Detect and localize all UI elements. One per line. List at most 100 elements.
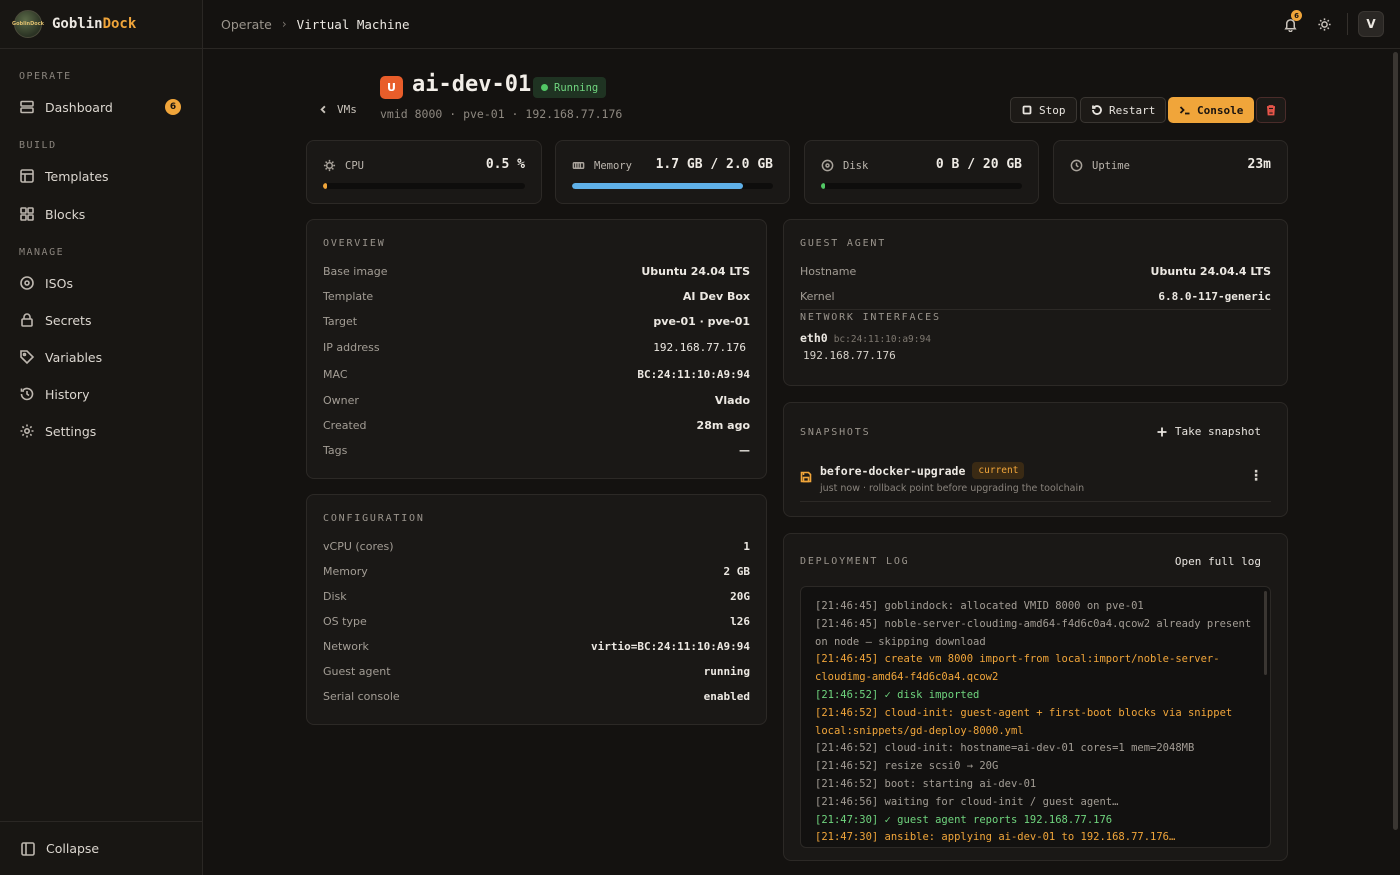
restart-button[interactable]: Restart xyxy=(1080,97,1167,123)
sidebar-item-templates[interactable]: Templates xyxy=(10,161,193,191)
disk-metric-card: Disk 0 B / 20 GB xyxy=(804,140,1039,204)
collapse-sidebar-button[interactable]: Collapse xyxy=(0,821,203,875)
restart-icon xyxy=(1092,105,1102,115)
status-badge: Running xyxy=(533,77,607,98)
disk-label: Disk xyxy=(843,159,869,172)
stop-button[interactable]: Stop xyxy=(1010,97,1077,123)
row-key: Guest agent xyxy=(323,665,391,678)
row-value: — xyxy=(739,444,750,457)
row-key: OS type xyxy=(323,615,367,628)
sidebar-item-label: Variables xyxy=(45,349,103,365)
overview-title: OVERVIEW xyxy=(323,238,386,249)
row-key: Hostname xyxy=(800,265,857,278)
guest-agent-title: GUEST AGENT xyxy=(800,238,887,249)
sidebar-item-blocks[interactable]: Blocks xyxy=(10,199,193,229)
row-value: virtio=BC:24:11:10:A9:94 xyxy=(591,640,750,653)
cpu-icon xyxy=(323,159,336,172)
log-line: [21:46:45] create vm 8000 import-from lo… xyxy=(815,653,1220,684)
overview-card: OVERVIEW Base image Ubuntu 24.04 LTS Temp… xyxy=(306,219,767,479)
log-line: [21:46:45] goblindock: allocated VMID 80… xyxy=(815,600,1144,612)
theme-toggle-button[interactable] xyxy=(1311,11,1337,37)
log-output[interactable]: [21:46:45] goblindock: allocated VMID 80… xyxy=(800,586,1271,848)
disk-progress-bar xyxy=(821,183,1022,189)
vm-os-icon: U xyxy=(380,76,403,99)
config-row: Guest agent running xyxy=(323,665,750,678)
row-key: Memory xyxy=(323,565,368,578)
nav-section-manage: MANAGE xyxy=(19,247,65,258)
config-row: Disk 20G xyxy=(323,590,750,603)
breadcrumb-separator-icon: › xyxy=(281,17,287,31)
snapshot-row[interactable]: before-docker-upgrade current just now ·… xyxy=(800,455,1271,502)
log-line: [21:46:45] noble-server-cloudimg-amd64-f… xyxy=(815,617,1258,648)
divider xyxy=(800,309,1271,310)
vm-meta: vmid 8000 · pve-01 · 192.168.77.176 xyxy=(380,107,623,121)
row-value: 2 GB xyxy=(723,565,751,578)
guest-agent-row: Kernel 6.8.0-117-generic xyxy=(800,290,1271,303)
back-to-vms-link[interactable]: VMs xyxy=(318,103,357,116)
sidebar-item-history[interactable]: History xyxy=(10,379,193,409)
row-key: IP address xyxy=(323,341,380,354)
console-label: Console xyxy=(1197,103,1244,117)
log-line: [21:46:52] boot: starting ai-dev-01 xyxy=(815,777,1037,790)
stop-label: Stop xyxy=(1039,103,1066,117)
sidebar-item-settings[interactable]: Settings xyxy=(10,416,193,446)
user-avatar[interactable]: V xyxy=(1358,11,1384,37)
guest-agent-card: GUEST AGENT Hostname Ubuntu 24.04.4 LTS K… xyxy=(783,219,1288,386)
overview-row: Target pve-01 · pve-01 xyxy=(323,315,750,328)
sidebar-item-label: Settings xyxy=(45,423,97,439)
log-line: [21:46:52] cloud-init: guest-agent + fir… xyxy=(815,706,1239,737)
lock-icon xyxy=(21,313,33,327)
uptime-metric-card: Uptime 23m xyxy=(1053,140,1288,204)
sidebar-item-secrets[interactable]: Secrets xyxy=(10,305,193,335)
tag-icon xyxy=(20,350,35,365)
open-full-log-button[interactable]: Open full log xyxy=(1175,555,1261,568)
nav-section-operate: OPERATE xyxy=(19,71,72,82)
template-icon xyxy=(20,169,34,183)
row-key: vCPU (cores) xyxy=(323,540,394,553)
page-scrollbar[interactable] xyxy=(1393,52,1398,830)
log-scrollbar[interactable] xyxy=(1264,591,1267,675)
row-key: Target xyxy=(323,315,358,328)
more-vertical-icon[interactable]: ⋮ xyxy=(1249,469,1263,483)
brand[interactable]: GoblinDock GoblinDock xyxy=(0,0,202,49)
row-value: BC:24:11:10:A9:94 xyxy=(637,368,750,381)
memory-progress-bar xyxy=(572,183,773,189)
row-value: enabled xyxy=(703,690,750,703)
config-row: Serial console enabled xyxy=(323,690,750,703)
memory-metric-card: Memory 1.7 GB / 2.0 GB xyxy=(555,140,790,204)
overview-row: Created 28m ago xyxy=(323,419,750,432)
row-value: pve-01 · pve-01 xyxy=(653,315,750,328)
brand-name: GoblinDock xyxy=(52,16,137,32)
disk-progress-fill xyxy=(821,183,826,189)
trash-icon xyxy=(1267,105,1275,116)
row-key: Base image xyxy=(323,265,388,278)
sidebar-item-dashboard[interactable]: Dashboard 6 xyxy=(10,92,193,122)
notifications-button[interactable]: 6 xyxy=(1277,10,1303,37)
console-button[interactable]: Console xyxy=(1168,97,1255,123)
log-line: [21:46:52] ✓ disk imported xyxy=(815,688,980,701)
notifications-count-badge: 6 xyxy=(1291,10,1302,21)
interface-row: eth0 bc:24:11:10:a9:94 xyxy=(800,331,931,345)
sidebar-item-label: History xyxy=(45,386,90,402)
breadcrumb-current: Virtual Machine xyxy=(296,16,410,32)
row-value: 6.8.0-117-generic xyxy=(1158,290,1271,303)
sidebar-item-label: Dashboard xyxy=(45,99,113,115)
configuration-card: CONFIGURATION vCPU (cores) 1 Memory 2 GB D… xyxy=(306,494,767,725)
configuration-title: CONFIGURATION xyxy=(323,513,425,524)
log-lines: [21:46:45] goblindock: allocated VMID 80… xyxy=(815,598,1256,847)
stop-icon xyxy=(1022,105,1032,115)
delete-button[interactable] xyxy=(1256,97,1286,123)
sidebar-item-isos[interactable]: ISOs xyxy=(10,268,193,298)
clock-icon xyxy=(1070,159,1083,172)
history-icon xyxy=(20,387,34,401)
overview-row: Template AI Dev Box xyxy=(323,290,750,303)
page-title: ai-dev-01 xyxy=(412,72,532,97)
sidebar-item-variables[interactable]: Variables xyxy=(10,342,193,372)
row-value[interactable]: 192.168.77.176 xyxy=(653,341,746,354)
row-value: Ubuntu 24.04.4 LTS xyxy=(1150,265,1271,278)
take-snapshot-button[interactable]: Take snapshot xyxy=(1156,425,1261,438)
divider xyxy=(1347,13,1348,35)
sidebar-panel-icon xyxy=(21,841,35,856)
breadcrumb-operate[interactable]: Operate xyxy=(221,17,272,32)
network-interfaces-title: NETWORK INTERFACES xyxy=(800,312,941,323)
